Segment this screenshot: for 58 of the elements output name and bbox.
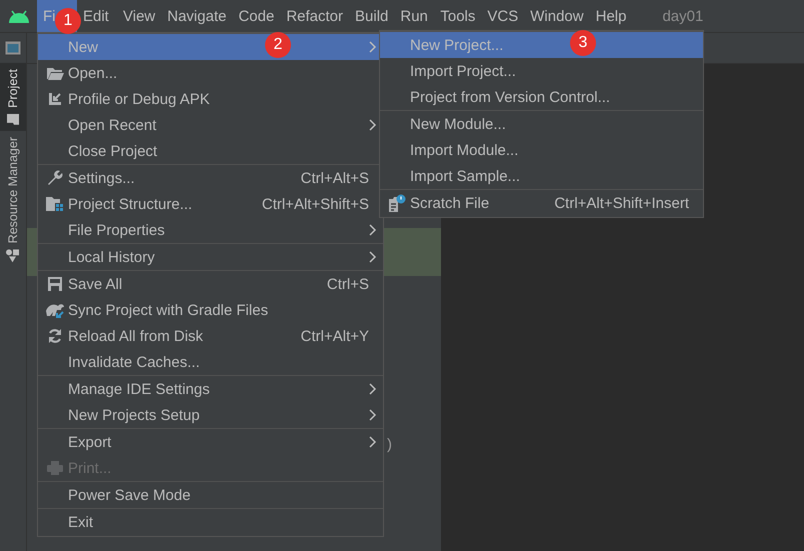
menu-bar-item[interactable]: Refactor bbox=[280, 0, 350, 32]
menu-item[interactable]: Manage IDE Settings bbox=[38, 376, 383, 402]
shapes-icon bbox=[6, 249, 20, 262]
menu-bar-item[interactable]: Window bbox=[524, 0, 590, 32]
menu-item[interactable]: Local History bbox=[38, 244, 383, 270]
editor-text: ) bbox=[387, 436, 393, 453]
menu-item[interactable]: Import Project... bbox=[380, 58, 703, 84]
menu-item[interactable]: Invalidate Caches... bbox=[38, 349, 383, 375]
menu-item[interactable]: Import Module... bbox=[380, 137, 703, 163]
window-icon[interactable] bbox=[5, 41, 21, 55]
shortcut-label: Ctrl+Alt+Shift+S bbox=[262, 196, 369, 212]
menu-item[interactable]: Profile or Debug APK bbox=[38, 86, 383, 112]
wrench-icon bbox=[46, 169, 64, 187]
menu-item[interactable]: New Projects Setup bbox=[38, 402, 383, 428]
chevron-right-icon bbox=[369, 224, 377, 236]
chevron-right-icon bbox=[369, 251, 377, 263]
menu-bar-item[interactable]: View bbox=[117, 0, 162, 32]
tool-window-tab[interactable]: Resource Manager bbox=[0, 130, 26, 268]
menu-item[interactable]: File Properties bbox=[38, 217, 383, 243]
menu-bar-item[interactable]: Build bbox=[349, 0, 394, 32]
chevron-right-icon bbox=[369, 383, 377, 395]
menu-item[interactable]: Project Structure... Ctrl+Alt+Shift+S bbox=[38, 191, 383, 217]
project-name: day01 bbox=[662, 8, 704, 24]
menu-bar-item[interactable]: Tools bbox=[434, 0, 482, 32]
shortcut-label: Ctrl+S bbox=[326, 276, 369, 292]
menu-bar-item[interactable]: Code bbox=[232, 0, 280, 32]
elephant-sync-icon bbox=[45, 301, 65, 319]
menu-item[interactable]: Export bbox=[38, 429, 383, 455]
menu-item[interactable]: Settings... Ctrl+Alt+S bbox=[38, 165, 383, 191]
arrow-into-corner-icon bbox=[47, 91, 63, 107]
shortcut-label: Ctrl+Alt+Shift+Insert bbox=[554, 194, 689, 212]
menu-item[interactable]: Power Save Mode bbox=[38, 482, 383, 508]
menu-item[interactable]: Save All Ctrl+S bbox=[38, 271, 383, 297]
menu-item[interactable]: Scratch File Ctrl+Alt+Shift+Insert bbox=[380, 190, 703, 216]
shortcut-label: Ctrl+Alt+S bbox=[300, 170, 369, 186]
menu-bar-item[interactable]: Help bbox=[590, 0, 632, 32]
shortcut-label: Ctrl+Alt+Y bbox=[300, 328, 369, 344]
menu-bar-item[interactable]: Run bbox=[394, 0, 434, 32]
menu-item[interactable]: Project from Version Control... bbox=[380, 84, 703, 110]
menu-item[interactable]: Reload All from Disk Ctrl+Alt+Y bbox=[38, 323, 383, 349]
android-logo-icon bbox=[8, 10, 30, 22]
chevron-right-icon bbox=[369, 119, 377, 131]
menu-bar-item[interactable]: VCS bbox=[481, 0, 524, 32]
chevron-right-icon bbox=[369, 409, 377, 421]
scratch-file-icon bbox=[388, 194, 406, 212]
chevron-right-icon bbox=[369, 41, 377, 53]
tool-window-tab[interactable]: Project bbox=[0, 63, 26, 131]
folder-grid-icon bbox=[45, 196, 65, 212]
menu-item[interactable]: Exit bbox=[38, 509, 383, 535]
menu-item[interactable]: Close Project bbox=[38, 138, 383, 164]
chevron-right-icon bbox=[369, 436, 377, 448]
menu-item[interactable]: Sync Project with Gradle Files bbox=[38, 297, 383, 323]
reload-icon bbox=[47, 328, 63, 344]
menu-bar-item[interactable]: Navigate bbox=[161, 0, 232, 32]
menu-item[interactable]: Open... bbox=[38, 60, 383, 86]
menu-item[interactable]: Open Recent bbox=[38, 112, 383, 138]
menu-item[interactable]: New Module... bbox=[380, 111, 703, 137]
menu-item[interactable]: Import Sample... bbox=[380, 163, 703, 189]
